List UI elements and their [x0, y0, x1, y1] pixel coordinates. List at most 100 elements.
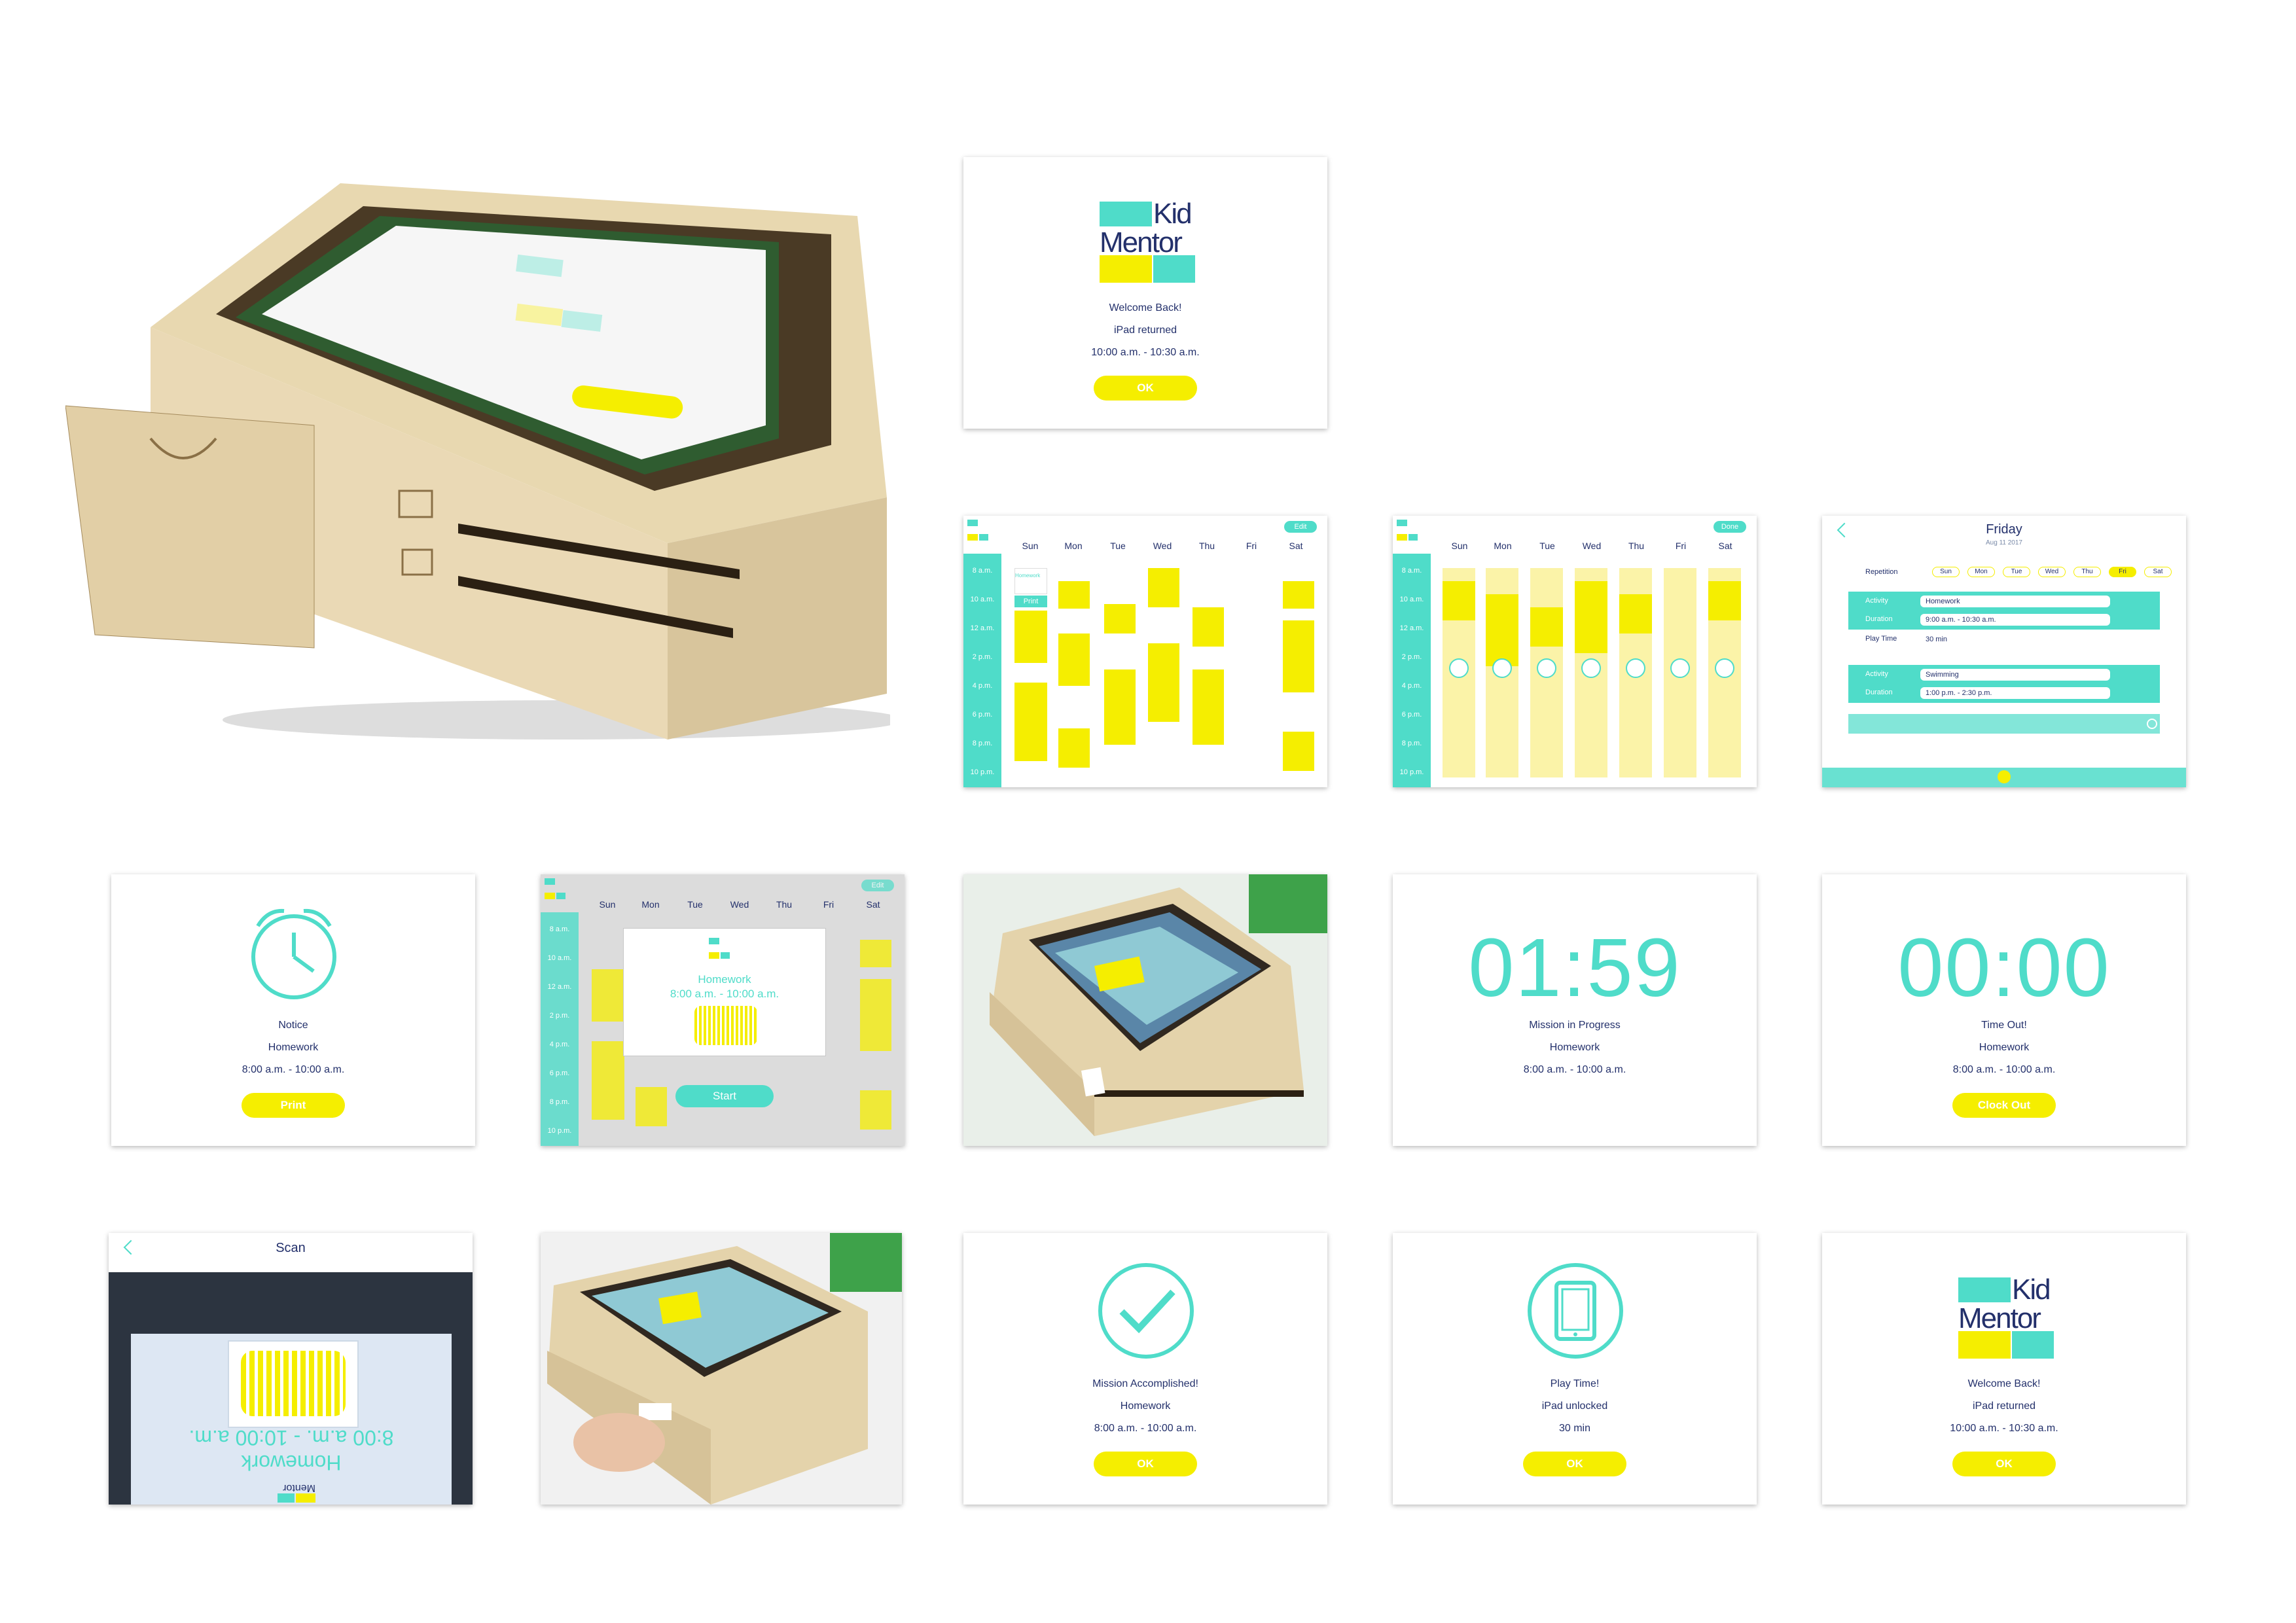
check-icon[interactable] — [1998, 770, 2011, 783]
day-header-sat: Sat — [1718, 541, 1732, 551]
day-header-wed: Wed — [1153, 541, 1172, 551]
activity-block[interactable] — [1058, 728, 1090, 768]
activity-block[interactable] — [1708, 581, 1741, 620]
day-header-tue: Tue — [1110, 541, 1126, 551]
pencil-edit-icon[interactable] — [1449, 658, 1469, 678]
ok-button[interactable]: OK — [1523, 1452, 1626, 1476]
notice-title: Notice — [278, 1020, 308, 1031]
activity-block[interactable] — [1058, 633, 1090, 686]
day-header-wed: Wed — [730, 899, 749, 910]
playtime-label: Play Time — [1865, 635, 1897, 643]
edit-button[interactable]: Edit — [861, 880, 894, 891]
ok-button[interactable]: OK — [1094, 1452, 1197, 1476]
insert-ticket-photo — [541, 1233, 902, 1505]
activity-block[interactable] — [1619, 594, 1652, 633]
repeat-day-fri[interactable]: Fri — [2109, 567, 2136, 577]
activity-block[interactable] — [1575, 581, 1607, 653]
add-activity-bar[interactable] — [1848, 714, 2160, 734]
time-label: 8 a.m. — [549, 925, 570, 933]
kid-mentor-logo: Kid Mentor — [1958, 1274, 2054, 1359]
day-header-sat: Sat — [1289, 541, 1303, 551]
time-label: 8 p.m. — [549, 1098, 570, 1106]
print-button[interactable]: Print — [242, 1093, 345, 1118]
pencil-edit-icon[interactable] — [1492, 658, 1512, 678]
day-header-thu: Thu — [1628, 541, 1645, 551]
duration-field-1[interactable]: 9:00 a.m. - 10:30 a.m. — [1920, 614, 2110, 626]
mission-progress-screen: 01:59 Mission in Progress Homework 8:00 … — [1393, 874, 1757, 1146]
activity-block[interactable] — [1058, 581, 1090, 609]
add-icon[interactable] — [2147, 719, 2157, 729]
done-button[interactable]: Done — [1713, 521, 1746, 533]
time-label: 12 a.m. — [970, 624, 995, 632]
repeat-day-thu[interactable]: Thu — [2073, 567, 2101, 577]
progress-title: Mission in Progress — [1529, 1020, 1621, 1031]
box-ipad-photo — [963, 874, 1327, 1146]
duration-field-2[interactable]: 1:00 p.m. - 2:30 p.m. — [1920, 687, 2110, 699]
time-label: 10 a.m. — [1399, 596, 1424, 603]
activity-block[interactable] — [1443, 581, 1475, 620]
pencil-edit-icon[interactable] — [1626, 658, 1645, 678]
repeat-day-wed[interactable]: Wed — [2038, 567, 2066, 577]
time-label: 4 p.m. — [972, 682, 993, 690]
notice-time: 8:00 a.m. - 10:00 a.m. — [242, 1064, 345, 1075]
notice-screen: Notice Homework 8:00 a.m. - 10:00 a.m. P… — [111, 874, 475, 1146]
homework-block[interactable]: Homework — [1014, 568, 1047, 594]
time-column — [963, 554, 1001, 787]
pencil-edit-icon[interactable] — [1581, 658, 1601, 678]
countdown-timer: 01:59 — [1468, 921, 1681, 1014]
ok-button[interactable]: OK — [1952, 1452, 2056, 1476]
activity-block[interactable] — [1104, 669, 1136, 745]
activity-block[interactable] — [1104, 604, 1136, 633]
activity-block[interactable] — [1486, 594, 1518, 666]
repeat-day-mon[interactable]: Mon — [1967, 567, 1995, 577]
time-label: 4 p.m. — [549, 1041, 570, 1048]
activity-block[interactable] — [1193, 669, 1224, 745]
repeat-day-tue[interactable]: Tue — [2003, 567, 2030, 577]
scan-title: Scan — [276, 1241, 306, 1255]
time-label: 10 a.m. — [547, 954, 572, 962]
alarm-clock-icon — [251, 908, 336, 999]
pencil-edit-icon[interactable] — [1670, 658, 1690, 678]
ticket-logo: Mentor — [276, 1476, 315, 1503]
edit-button[interactable]: Edit — [1284, 521, 1317, 533]
time-label: 4 p.m. — [1401, 682, 1422, 690]
timeout-time: 8:00 a.m. - 10:00 a.m. — [1952, 1064, 2056, 1075]
activity-block — [860, 1090, 891, 1130]
accomplished-title: Mission Accomplished! — [1092, 1378, 1198, 1389]
welcome-title: Welcome Back! — [1967, 1378, 2041, 1389]
pencil-edit-icon[interactable] — [1537, 658, 1556, 678]
activity-block[interactable] — [1193, 607, 1224, 647]
scan-screen: Scan 8:00 a.m. - 10:00 a.m. Homework Men… — [109, 1233, 473, 1505]
welcome-screen: Kid Mentor Welcome Back! iPad returned 1… — [963, 157, 1327, 429]
ok-button[interactable]: OK — [1094, 376, 1197, 401]
print-tag[interactable]: Print — [1014, 596, 1047, 607]
progress-activity: Homework — [1549, 1042, 1600, 1053]
time-label: 8 a.m. — [972, 567, 993, 575]
activity-field-1[interactable]: Homework — [1920, 596, 2110, 607]
time-label: 8 p.m. — [972, 740, 993, 747]
playtime-field-1[interactable]: 30 min — [1920, 633, 1977, 645]
time-label: 6 p.m. — [972, 711, 993, 719]
day-header-sun: Sun — [599, 899, 616, 910]
start-button[interactable]: Start — [675, 1085, 774, 1107]
activity-block[interactable] — [1283, 620, 1314, 692]
pencil-edit-icon[interactable] — [1715, 658, 1734, 678]
day-detail-screen: Friday Aug 11 2017 Repetition Sun Mon Tue W… — [1822, 516, 2186, 787]
activity-block[interactable] — [1148, 568, 1179, 607]
timeout-title: Time Out! — [1981, 1020, 2027, 1031]
repeat-day-sun[interactable]: Sun — [1932, 567, 1960, 577]
activity-field-2[interactable]: Swimming — [1920, 669, 2110, 681]
time-label: 2 p.m. — [1401, 653, 1422, 661]
activity-block — [592, 1041, 624, 1120]
accomplished-time: 8:00 a.m. - 10:00 a.m. — [1094, 1423, 1197, 1434]
activity-block[interactable] — [1283, 581, 1314, 609]
activity-block[interactable] — [1148, 643, 1179, 722]
activity-block[interactable] — [1014, 683, 1047, 761]
activity-block[interactable] — [1014, 611, 1047, 663]
mini-logo — [1397, 520, 1427, 546]
activity-block[interactable] — [1530, 607, 1563, 647]
clock-out-button[interactable]: Clock Out — [1952, 1093, 2056, 1118]
repeat-day-sat[interactable]: Sat — [2144, 567, 2172, 577]
time-label: 12 a.m. — [547, 983, 572, 991]
activity-block[interactable] — [1283, 732, 1314, 771]
